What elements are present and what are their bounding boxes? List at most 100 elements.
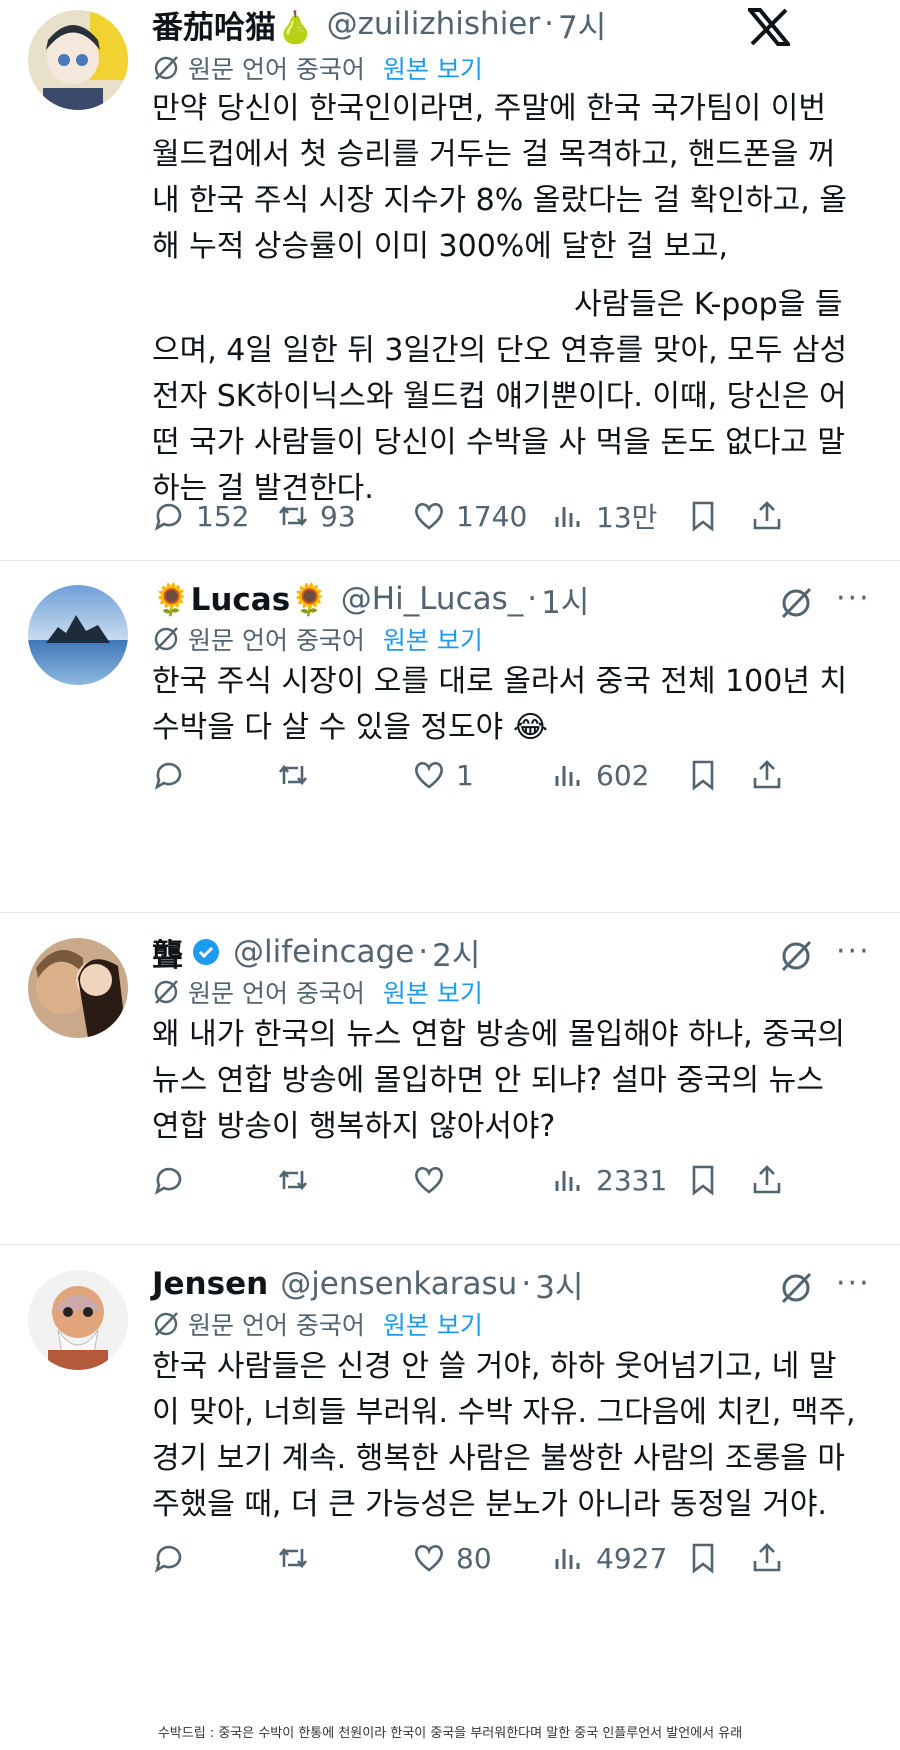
views-button[interactable]: 4927 [552,1536,667,1580]
post-time[interactable]: 2시 [432,930,480,975]
like-icon [415,1167,443,1194]
share-button[interactable] [750,1158,784,1202]
views-count: 13만 [596,501,658,534]
show-original-link[interactable]: 원본 보기 [383,974,483,1010]
like-button[interactable]: 80 [412,1536,492,1580]
translation-label: 원문 언어 중국어 [188,626,365,655]
bookmark-button[interactable] [686,1536,720,1580]
author-name[interactable]: Jensen [152,1266,268,1302]
divider [0,560,900,561]
bookmark-icon [692,1543,714,1574]
post-text: 만약 당신이 한국인이라면, 주말에 한국 국가팀이 이번 월드컵에서 첫 승리… [152,91,847,264]
action-bar: 80 4927 [152,1536,887,1580]
reply-button[interactable] [152,1158,186,1202]
separator-dot: · [544,6,554,42]
globe-off-icon [154,56,178,80]
separator-dot: · [527,581,538,617]
separator-dot: · [418,934,429,970]
reply-icon [154,503,182,531]
avatar[interactable] [28,938,128,1038]
post-header: 🌻Lucas🌻 @Hi_Lucas_ · 1시 [152,577,589,621]
show-original-link[interactable]: 원본 보기 [383,1306,483,1342]
repost-count: 93 [320,499,356,533]
bookmark-icon [692,760,714,791]
views-button[interactable]: 602 [552,753,649,797]
translation-row: 원문 언어 중국어 원본 보기 [152,1306,483,1342]
post-header: 聾 @lifeincage · 2시 [152,930,480,974]
bookmark-button[interactable] [686,494,720,538]
like-count: 1740 [456,499,528,533]
globe-off-icon[interactable] [778,1270,814,1306]
reply-button[interactable] [152,1536,186,1580]
repost-button[interactable] [276,1158,310,1202]
repost-button[interactable]: 93 [276,494,356,538]
repost-button[interactable] [276,753,310,797]
share-button[interactable] [750,753,784,797]
globe-off-icon [154,627,178,651]
like-count: 1 [456,758,474,792]
show-original-link[interactable]: 원본 보기 [383,621,483,657]
share-icon [753,760,781,789]
share-button[interactable] [750,1536,784,1580]
repost-icon [278,505,308,527]
author-handle[interactable]: @jensenkarasu [280,1266,517,1302]
like-button[interactable] [412,1158,446,1202]
more-icon[interactable]: ··· [836,581,871,616]
post-text: 한국 주식 시장이 오를 대로 올라서 중국 전체 100년 치 수박을 다 살… [152,664,848,745]
globe-off-icon [154,1312,178,1336]
globe-off-icon[interactable] [778,585,814,621]
bookmark-icon [692,1165,714,1196]
reply-button[interactable] [152,753,186,797]
views-icon [555,1549,580,1569]
separator-dot: · [521,1266,532,1302]
share-icon [753,1543,781,1572]
translation-row: 원문 언어 중국어 원본 보기 [152,974,483,1010]
views-button[interactable]: 2331 [552,1158,667,1202]
translation-row: 원문 언어 중국어 원본 보기 [152,621,483,657]
globe-off-icon [154,980,178,1004]
post-time[interactable]: 7시 [558,2,606,47]
avatar[interactable] [28,585,128,685]
author-handle[interactable]: @zuilizhishier [327,6,541,42]
verified-icon [193,939,219,965]
repost-button[interactable] [276,1536,310,1580]
avatar[interactable] [28,10,128,110]
reply-button[interactable]: 152 [152,494,249,538]
globe-off-icon[interactable] [778,938,814,974]
show-original-link[interactable]: 원본 보기 [383,50,483,86]
bookmark-button[interactable] [686,753,720,797]
like-count: 80 [456,1541,492,1575]
views-button[interactable]: 13만 [552,494,657,538]
post-time[interactable]: 1시 [541,577,589,622]
views-icon [555,507,580,527]
action-bar: 1 602 [152,753,887,797]
reply-icon [154,1545,182,1573]
post-header: 番茄哈猫🍐 @zuilizhishier · 7시 [152,2,606,46]
translation-row: 원문 언어 중국어 원본 보기 [152,50,483,86]
more-icon[interactable]: ··· [836,1266,871,1301]
share-button[interactable] [750,494,784,538]
author-name[interactable]: 🌻Lucas🌻 [152,581,329,618]
author-handle[interactable]: @lifeincage [233,934,414,970]
like-button[interactable]: 1 [412,753,474,797]
bookmark-icon [692,501,714,532]
repost-icon [278,1169,308,1191]
footnote-caption: 수박드립 : 중국은 수박이 한통에 천원이라 한국이 중국을 부러워한다며 말… [157,1726,743,1741]
bookmark-button[interactable] [686,1158,720,1202]
like-icon [415,762,443,789]
post-text: 한국 사람들은 신경 안 쓸 거야, 하하 웃어넘기고, 네 말 이 맞아, 너… [152,1349,856,1522]
more-icon[interactable]: ··· [836,934,871,969]
reply-icon [154,1167,182,1195]
author-handle[interactable]: @Hi_Lucas_ [341,581,524,617]
avatar[interactable] [28,1270,128,1370]
views-icon [555,1171,580,1191]
reply-icon [154,762,182,790]
divider [0,912,900,913]
translation-label: 원문 언어 중국어 [188,55,365,84]
author-name[interactable]: 聾 [152,930,183,975]
x-logo-icon[interactable] [745,8,793,46]
like-button[interactable]: 1740 [412,494,527,538]
post-time[interactable]: 3시 [535,1262,583,1307]
divider [0,1244,900,1245]
author-name[interactable]: 番茄哈猫🍐 [152,2,315,47]
